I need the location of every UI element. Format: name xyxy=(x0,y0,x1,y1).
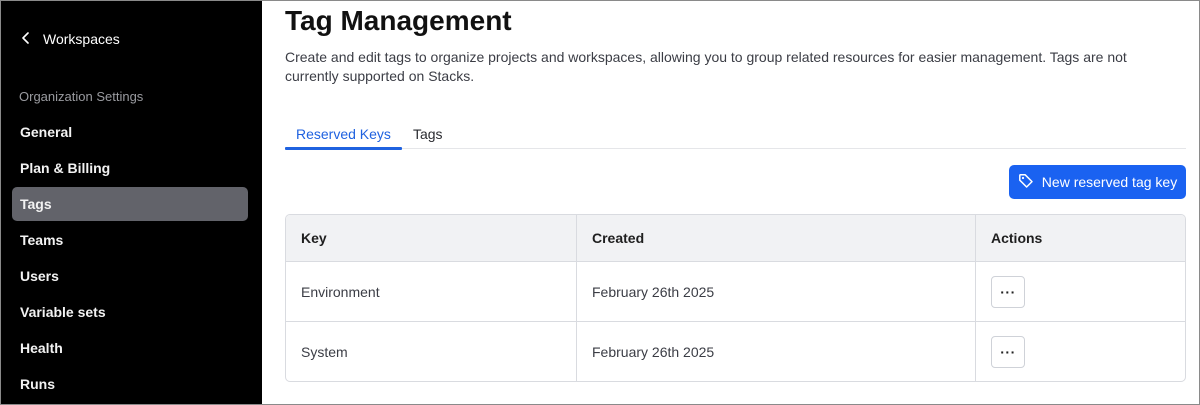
table-header: Key Created Actions xyxy=(286,215,1185,262)
app-window: Workspaces Organization Settings General… xyxy=(0,0,1200,405)
tab-tags[interactable]: Tags xyxy=(402,122,454,149)
sidebar-item-general[interactable]: General xyxy=(12,115,248,149)
tag-icon xyxy=(1018,173,1034,192)
sidebar-item-teams[interactable]: Teams xyxy=(12,223,248,257)
sidebar-item-label: Health xyxy=(20,340,63,356)
sidebar-item-users[interactable]: Users xyxy=(12,259,248,293)
cell-actions: ··· xyxy=(976,262,1185,321)
tab-bar: Reserved Keys Tags xyxy=(285,122,1186,150)
new-reserved-tag-key-label: New reserved tag key xyxy=(1041,174,1178,190)
cell-key: System xyxy=(286,322,577,381)
more-horizontal-icon: ··· xyxy=(1000,283,1016,300)
column-header-created: Created xyxy=(577,215,976,261)
cell-actions: ··· xyxy=(976,322,1185,381)
column-header-key: Key xyxy=(286,215,577,261)
cell-created: February 26th 2025 xyxy=(577,322,976,381)
sidebar-item-label: Teams xyxy=(20,232,64,248)
row-actions-button[interactable]: ··· xyxy=(991,275,1025,308)
sidebar-item-label: Users xyxy=(20,268,59,284)
sidebar-item-tags[interactable]: Tags xyxy=(12,187,248,221)
sidebar-nav: General Plan & Billing Tags Teams Users … xyxy=(12,115,248,403)
table-row: Environment February 26th 2025 ··· xyxy=(286,262,1185,322)
row-actions-button[interactable]: ··· xyxy=(991,336,1025,368)
chevron-left-icon xyxy=(21,31,31,47)
sidebar-item-label: Runs xyxy=(20,376,55,392)
sidebar-item-variable-sets[interactable]: Variable sets xyxy=(12,295,248,329)
sidebar-item-label: General xyxy=(20,124,73,140)
cell-created: February 26th 2025 xyxy=(577,262,976,321)
more-horizontal-icon: ··· xyxy=(1000,344,1016,360)
sidebar-item-plan-billing[interactable]: Plan & Billing xyxy=(12,151,248,185)
sidebar-item-runs[interactable]: Runs xyxy=(12,367,248,401)
sidebar-section-label: Organization Settings xyxy=(19,89,144,104)
back-to-workspaces-link[interactable]: Workspaces xyxy=(21,31,120,47)
sidebar-item-label: Variable sets xyxy=(20,304,106,320)
back-link-label: Workspaces xyxy=(43,31,120,47)
cell-key: Environment xyxy=(286,262,577,321)
tab-reserved-keys[interactable]: Reserved Keys xyxy=(285,122,402,150)
sidebar: Workspaces Organization Settings General… xyxy=(1,1,262,404)
page-description: Create and edit tags to organize project… xyxy=(285,49,1127,84)
reserved-keys-table: Key Created Actions Environment February… xyxy=(285,214,1186,382)
table-row: System February 26th 2025 ··· xyxy=(286,322,1185,381)
sidebar-item-health[interactable]: Health xyxy=(12,331,248,365)
main-content: Tag Management Create and edit tags to o… xyxy=(262,1,1199,404)
sidebar-item-label: Plan & Billing xyxy=(20,160,111,176)
column-header-actions: Actions xyxy=(991,230,1043,246)
sidebar-item-label: Tags xyxy=(20,196,52,212)
new-reserved-tag-key-button[interactable]: New reserved tag key xyxy=(1009,165,1186,199)
page-title: Tag Management xyxy=(285,5,512,36)
